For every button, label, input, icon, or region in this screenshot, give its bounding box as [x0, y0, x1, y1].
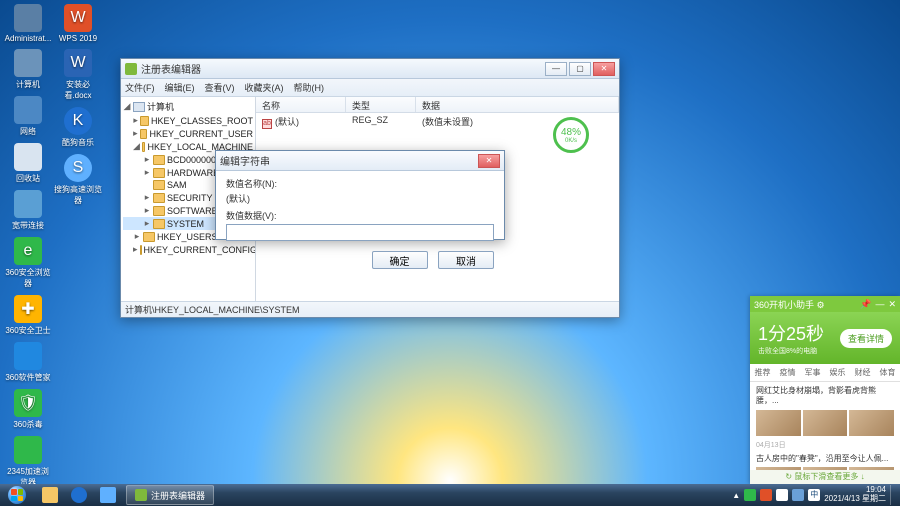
news-title[interactable]: 网红艾比身材崩塌，背影看虎背熊腰，... [756, 386, 894, 407]
menu-view[interactable]: 查看(V) [205, 81, 235, 94]
tray-ime-icon[interactable]: 中 [808, 489, 820, 501]
regedit-titlebar[interactable]: 注册表编辑器 — ▢ ✕ [121, 59, 619, 79]
desktop-icon[interactable]: 2345加速浏览器 [4, 436, 52, 488]
tray-expand-icon[interactable]: ▲ [732, 491, 740, 500]
ok-button[interactable]: 确定 [372, 251, 428, 269]
boot-time-section: 1分25秒 击败全国8%的电脑 查看详情 [750, 312, 900, 364]
tray-icon[interactable] [760, 489, 772, 501]
desktop-icon[interactable]: 回收站 [4, 143, 52, 184]
panel-close-icon[interactable]: ✕ [888, 299, 896, 310]
tab-item[interactable]: 财经 [850, 364, 875, 381]
show-desktop-button[interactable] [890, 485, 896, 505]
value-name-label: 数值名称(N): [226, 177, 494, 190]
desktop-icon[interactable]: K酷狗音乐 [54, 107, 102, 148]
pinned-explorer[interactable] [36, 485, 64, 505]
panel-pin-icon[interactable]: 📌 [860, 299, 871, 310]
desktop-icon[interactable]: e360安全浏览器 [4, 237, 52, 289]
boot-time: 1分25秒 [758, 320, 824, 346]
dialog-close-button[interactable]: ✕ [478, 154, 500, 168]
desktop-icon[interactable]: 360软件管家 [4, 342, 52, 383]
news-thumb[interactable] [756, 410, 801, 436]
menu-file[interactable]: 文件(F) [125, 81, 155, 94]
pinned-app[interactable] [65, 485, 93, 505]
tab-item[interactable]: 娱乐 [825, 364, 850, 381]
start-button[interactable] [0, 484, 34, 506]
desktop-icon[interactable]: 宽带连接 [4, 190, 52, 231]
minimize-button[interactable]: — [545, 62, 567, 76]
tray-network-icon[interactable] [792, 489, 804, 501]
taskbar-task-regedit[interactable]: 注册表编辑器 [126, 485, 214, 505]
dialog-titlebar[interactable]: 编辑字符串 ✕ [216, 151, 504, 171]
cancel-button[interactable]: 取消 [438, 251, 494, 269]
regedit-icon [125, 63, 137, 75]
maximize-button[interactable]: ▢ [569, 62, 591, 76]
menu-help[interactable]: 帮助(H) [294, 81, 325, 94]
desktop-icon[interactable]: WWPS 2019 [54, 4, 102, 43]
tab-item[interactable]: 疫情 [775, 364, 800, 381]
col-data[interactable]: 数据 [416, 97, 619, 112]
pinned-app[interactable] [94, 485, 122, 505]
col-type[interactable]: 类型 [346, 97, 416, 112]
panel-footer[interactable]: ↻ 鼠标下滑查看更多 ↓ [750, 470, 900, 484]
col-name[interactable]: 名称 [256, 97, 346, 112]
tab-item[interactable]: 军事 [800, 364, 825, 381]
desktop-icon[interactable]: 网络 [4, 96, 52, 137]
panel-header[interactable]: 360开机小助手 ⚙ 📌—✕ [750, 296, 900, 312]
menu-edit[interactable]: 编辑(E) [165, 81, 195, 94]
boot-assistant-panel: 360开机小助手 ⚙ 📌—✕ 1分25秒 击败全国8%的电脑 查看详情 推荐 疫… [750, 296, 900, 484]
regedit-icon [135, 489, 147, 501]
desktop-icon[interactable]: S搜狗高速浏览器 [54, 154, 102, 206]
regedit-statusbar: 计算机\HKEY_LOCAL_MACHINE\SYSTEM [121, 301, 619, 317]
news-thumb[interactable] [803, 410, 848, 436]
tab-item[interactable]: 推荐 [750, 364, 775, 381]
value-data-label: 数值数据(V): [226, 209, 494, 222]
tray-volume-icon[interactable] [776, 489, 788, 501]
speed-badge: 48% 0K/s [553, 117, 589, 153]
news-title[interactable]: 古人房中的"春凳"，沿用至今让人佩... [756, 454, 894, 464]
news-thumb[interactable] [849, 410, 894, 436]
desktop-icon[interactable]: Administrat... [4, 4, 52, 43]
panel-min-icon[interactable]: — [875, 299, 884, 310]
regedit-title: 注册表编辑器 [141, 61, 201, 76]
system-tray: ▲ 中 19:04 2021/4/13 星期二 [732, 485, 900, 505]
edit-string-dialog: 编辑字符串 ✕ 数值名称(N): (默认) 数值数据(V): 确定 取消 [215, 150, 505, 240]
regedit-menubar: 文件(F) 编辑(E) 查看(V) 收藏夹(A) 帮助(H) [121, 79, 619, 97]
desktop-icon[interactable]: 🛡360杀毒 [4, 389, 52, 430]
dialog-title: 编辑字符串 [220, 153, 270, 168]
view-detail-button[interactable]: 查看详情 [840, 329, 892, 348]
desktop-icons-col1: Administrat... 计算机 网络 回收站 宽带连接 e360安全浏览器… [4, 4, 52, 494]
taskbar: 注册表编辑器 ▲ 中 19:04 2021/4/13 星期二 [0, 484, 900, 506]
news-tabs: 推荐 疫情 军事 娱乐 财经 体育 [750, 364, 900, 382]
desktop-icons-col2: WWPS 2019 W安装必看.docx K酷狗音乐 S搜狗高速浏览器 [54, 4, 102, 212]
menu-favorites[interactable]: 收藏夹(A) [245, 81, 284, 94]
close-button[interactable]: ✕ [593, 62, 615, 76]
desktop-icon[interactable]: ✚360安全卫士 [4, 295, 52, 336]
value-data-input[interactable] [226, 224, 494, 241]
value-name-value: (默认) [226, 192, 494, 205]
tray-icon[interactable] [744, 489, 756, 501]
tab-item[interactable]: 体育 [875, 364, 900, 381]
desktop-icon[interactable]: 计算机 [4, 49, 52, 90]
desktop-icon[interactable]: W安装必看.docx [54, 49, 102, 101]
taskbar-clock[interactable]: 19:04 2021/4/13 星期二 [824, 486, 886, 504]
